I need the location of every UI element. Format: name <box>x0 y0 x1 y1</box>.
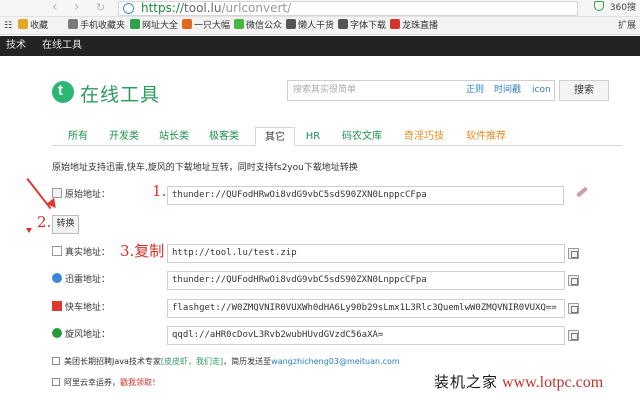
checkbox-icon <box>52 357 60 365</box>
original-address-input[interactable]: thunder://QUFodHRwOi8vdG9vbC5sdS90ZXN0Ln… <box>167 186 564 205</box>
tab-geek[interactable]: 极客类 <box>202 127 246 146</box>
site-logo-text[interactable]: 在线工具 <box>80 80 160 107</box>
phone-icon <box>68 19 78 29</box>
site-nav-tools[interactable]: 在线工具 <box>42 36 82 56</box>
bookmark-item[interactable]: 微信公众 <box>234 17 282 35</box>
checkbox-icon <box>52 378 60 386</box>
bookmark-item[interactable]: 网址大全 <box>130 17 178 35</box>
dragon-icon <box>390 19 400 29</box>
search-link-timestamp[interactable]: 时间戳 <box>494 81 521 100</box>
checkbox-icon <box>52 246 62 256</box>
shield-icon <box>130 19 140 29</box>
convert-button[interactable]: 转换 <box>52 215 79 234</box>
job-ad: 美团长期招聘Java技术专家[皮皮虾，我们走]，简历发送至wangzhichen… <box>52 356 400 368</box>
tool-description: 原始地址支持迅雷,快车,旋风的下载地址互转，同时支持fs2you下载地址转换 <box>52 163 358 173</box>
bookmark-item[interactable]: 懒人干货 <box>286 17 334 35</box>
file-icon <box>52 188 62 198</box>
wechat-icon <box>234 19 244 29</box>
tab-tricks[interactable]: 奇淫巧技 <box>398 127 450 146</box>
copy-icon[interactable] <box>568 330 579 341</box>
copy-icon[interactable] <box>568 275 579 286</box>
site-nav-tech[interactable]: 技术 <box>6 36 26 56</box>
bookmark-icon <box>286 19 296 29</box>
watermark: 装机之家 www.lotpc.com <box>434 373 604 391</box>
step-2-annotation: 2. <box>37 213 52 231</box>
flashget-address-input[interactable]: flashget://W0ZMQVNIR0VUXWh0dHA6Ly90b29sL… <box>167 299 565 318</box>
logo-icon[interactable] <box>52 81 74 103</box>
bookmark-item[interactable]: 手机收藏夹 <box>68 17 125 35</box>
email-link[interactable]: wangzhicheng03@meituan.com <box>271 357 400 366</box>
qq-address-input[interactable]: qqdl://aHR0cDovL3Rvb2wubHUvdGVzdC56aXA= <box>167 326 565 345</box>
bookmark-item[interactable]: 收藏 <box>18 17 48 35</box>
url-input[interactable]: https://tool.lu/urlconvert/ <box>118 1 578 16</box>
site-top-bar: 技术 在线工具 <box>0 36 640 56</box>
back-icon[interactable]: ‹ <box>52 0 58 15</box>
coupon-ad: 阿里云幸运券，戳我领取！ <box>52 377 160 389</box>
pencil-icon[interactable] <box>576 186 588 198</box>
original-address-label: 原始地址： <box>52 185 110 205</box>
real-address-label: 真实地址： <box>52 243 110 263</box>
step-1-annotation: 1. <box>152 182 167 200</box>
flashget-icon <box>52 301 62 311</box>
bookmarks-bar: ☷ 收藏 手机收藏夹 网址大全 一只大幅 微信公众 懒人干货 字体下载 龙珠直播… <box>0 17 640 35</box>
thunder-address-input[interactable]: thunder://QUFodHRwOi8vdG9vbC5sdS90ZXN0Ln… <box>167 271 565 290</box>
forward-icon[interactable]: › <box>74 0 80 15</box>
refresh-icon[interactable]: ↻ <box>96 0 105 15</box>
tab-all[interactable]: 所有 <box>58 127 98 146</box>
thunder-address-label: 迅雷地址： <box>52 270 110 290</box>
bookmark-item[interactable]: 一只大幅 <box>182 17 230 35</box>
job-link[interactable]: [皮皮虾，我们走] <box>161 357 223 366</box>
coupon-link[interactable]: 戳我领取！ <box>120 378 160 387</box>
bookmark-grid-icon[interactable]: ☷ <box>4 17 12 35</box>
search-link-regex[interactable]: 正则 <box>466 81 484 100</box>
browser-extension[interactable]: 360搜 <box>593 0 636 17</box>
search-placeholder: 搜索其实很简单 <box>293 85 357 95</box>
step-3-annotation: 3.复制 <box>120 242 165 260</box>
search-input[interactable]: 搜索其实很简单 正则 时间戳 icon <box>287 80 555 101</box>
plus-icon <box>182 19 192 29</box>
bookmark-item[interactable]: 字体下载 <box>338 17 386 35</box>
browser-address-bar: ‹ › ↻ https://tool.lu/urlconvert/ 360搜 <box>0 0 640 17</box>
search-link-icon[interactable]: icon <box>532 81 551 100</box>
flashget-address-label: 快车地址： <box>52 298 110 318</box>
shield-icon <box>593 1 604 11</box>
tab-dev[interactable]: 开发类 <box>102 127 146 146</box>
thunder-icon <box>52 273 62 283</box>
tab-webmaster[interactable]: 站长类 <box>152 127 196 146</box>
marker-icon <box>26 228 32 233</box>
tab-software[interactable]: 软件推荐 <box>460 127 512 146</box>
bookmark-item[interactable]: 龙珠直播 <box>390 17 438 35</box>
copy-icon[interactable] <box>568 248 579 259</box>
tab-other[interactable]: 其它 <box>255 127 295 146</box>
extensions-menu[interactable]: 扩展 <box>618 17 636 35</box>
tab-library[interactable]: 码农文库 <box>336 127 388 146</box>
search-button[interactable]: 搜索 <box>559 80 609 101</box>
real-address-input[interactable]: http://tool.lu/test.zip <box>167 244 565 263</box>
font-icon <box>338 19 348 29</box>
copy-icon[interactable] <box>568 303 579 314</box>
globe-icon <box>123 3 134 14</box>
star-icon <box>18 19 28 29</box>
qq-address-label: 旋风地址： <box>52 325 110 345</box>
url-text: https://tool.lu/urlconvert/ <box>141 1 292 15</box>
tab-hr[interactable]: HR <box>300 127 326 146</box>
whirlwind-icon <box>52 328 62 338</box>
